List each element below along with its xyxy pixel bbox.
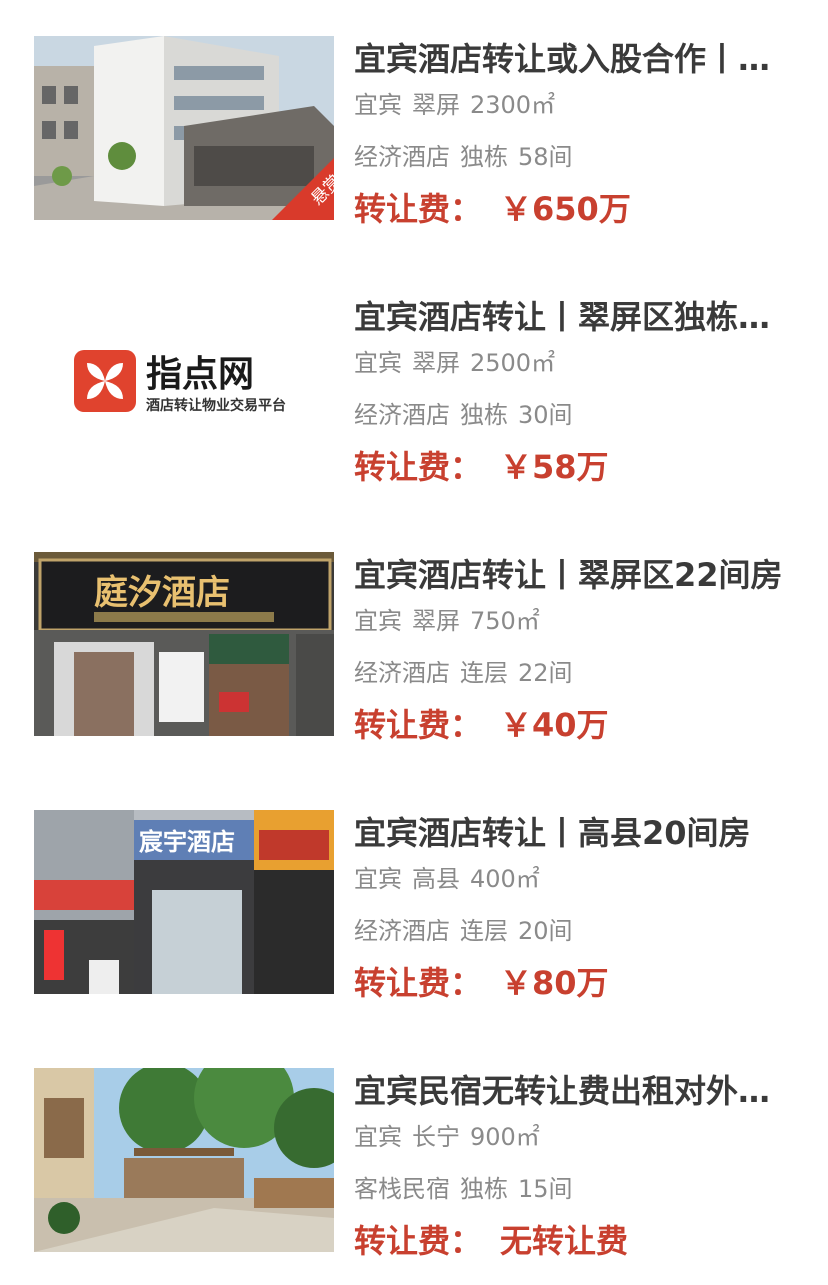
transfer-fee: 转让费： ￥650万 <box>354 186 631 232</box>
hotel-type: 经济酒店 <box>354 659 450 687</box>
building-type: 独栋 <box>460 143 508 171</box>
listing-specs: 经济酒店 独栋 58间 <box>354 140 573 174</box>
city: 宜宾 <box>354 865 402 893</box>
transfer-fee: 转让费： ￥40万 <box>354 702 609 748</box>
price-value: ￥40万 <box>500 706 609 744</box>
listing-thumbnail[interactable]: 悬赏 <box>34 36 334 220</box>
price-value: 无转让费 <box>500 1222 629 1260</box>
price-value: ￥650万 <box>500 190 631 228</box>
area: 900㎡ <box>470 1123 540 1151</box>
street-image: 宸宇酒店 <box>34 810 334 994</box>
listing-location: 宜宾 翠屏 750㎡ <box>354 604 540 638</box>
district: 翠屏 <box>412 607 460 635</box>
room-count: 30间 <box>518 401 573 429</box>
listing-title[interactable]: 宜宾民宿无转让费出租对外经营 <box>354 1068 798 1114</box>
price-label: 转让费： <box>354 964 483 1002</box>
listing-title[interactable]: 宜宾酒店转让丨高县20间房 <box>354 810 798 856</box>
hotel-type: 经济酒店 <box>354 401 450 429</box>
listing-specs: 经济酒店 连层 22间 <box>354 656 573 690</box>
building-type: 连层 <box>460 917 508 945</box>
listing-card[interactable]: 庭汐酒店 宜宾酒店转让丨翠屏区22间房 宜宾 翠屏 750㎡ 经济酒店 连层 22间 转… <box>0 552 828 752</box>
logo-image: 指点网 酒店转让物业交易平台 <box>34 294 334 478</box>
price-label: 转让费： <box>354 1222 483 1260</box>
listing-location: 宜宾 翠屏 2300㎡ <box>354 88 555 122</box>
listing-title[interactable]: 宜宾酒店转让丨翠屏区22间房 <box>354 552 798 598</box>
room-count: 15间 <box>518 1175 573 1203</box>
listing-thumbnail[interactable]: 指点网 酒店转让物业交易平台 <box>34 294 334 478</box>
pinwheel-logo-icon <box>74 350 136 412</box>
garden-image <box>34 1068 334 1252</box>
area: 2300㎡ <box>470 91 556 119</box>
room-count: 20间 <box>518 917 573 945</box>
city: 宜宾 <box>354 1123 402 1151</box>
logo-name: 指点网 <box>146 354 254 395</box>
district: 高县 <box>412 865 460 893</box>
listing-location: 宜宾 长宁 900㎡ <box>354 1120 540 1154</box>
listing-location: 宜宾 高县 400㎡ <box>354 862 540 896</box>
logo-tagline: 酒店转让物业交易平台 <box>146 397 286 414</box>
hotel-type: 客栈民宿 <box>354 1175 450 1203</box>
listing-specs: 经济酒店 独栋 30间 <box>354 398 573 432</box>
store-sign: 庭汐酒店 <box>94 573 230 613</box>
hotel-type: 经济酒店 <box>354 917 450 945</box>
room-count: 58间 <box>518 143 573 171</box>
listing-thumbnail[interactable]: 宸宇酒店 <box>34 810 334 994</box>
listing-card[interactable]: 宸宇酒店 宜宾酒店转让丨高县20间房 宜宾 高县 400㎡ 经济酒店 连层 20间 转让… <box>0 810 828 1010</box>
listing-specs: 经济酒店 连层 20间 <box>354 914 573 948</box>
building-type: 独栋 <box>460 1175 508 1203</box>
area: 2500㎡ <box>470 349 556 377</box>
transfer-fee: 转让费： ￥58万 <box>354 444 609 490</box>
price-value: ￥58万 <box>500 448 609 486</box>
building-render-image: 悬赏 <box>34 36 334 220</box>
city: 宜宾 <box>354 91 402 119</box>
price-label: 转让费： <box>354 448 483 486</box>
hotel-type: 经济酒店 <box>354 143 450 171</box>
district: 翠屏 <box>412 91 460 119</box>
building-type: 连层 <box>460 659 508 687</box>
listing-thumbnail[interactable]: 庭汐酒店 <box>34 552 334 736</box>
listing-title[interactable]: 宜宾酒店转让丨翠屏区独栋酒店转让 <box>354 294 798 340</box>
listing-card[interactable]: 宜宾民宿无转让费出租对外经营 宜宾 长宁 900㎡ 客栈民宿 独栋 15间 转让费： 无转… <box>0 1068 828 1268</box>
listing-title[interactable]: 宜宾酒店转让或入股合作丨宜宾翠屏区独栋酒店转让 <box>354 36 798 82</box>
city: 宜宾 <box>354 349 402 377</box>
building-type: 独栋 <box>460 401 508 429</box>
district: 长宁 <box>412 1123 460 1151</box>
city: 宜宾 <box>354 607 402 635</box>
price-label: 转让费： <box>354 190 483 228</box>
listing-specs: 客栈民宿 独栋 15间 <box>354 1172 573 1206</box>
district: 翠屏 <box>412 349 460 377</box>
listing-list: 悬赏 宜宾酒店转让或入股合作丨宜宾翠屏区独栋酒店转让 宜宾翠屏2300㎡ 经济酒… <box>0 0 828 1285</box>
price-label: 转让费： <box>354 706 483 744</box>
storefront-image: 庭汐酒店 <box>34 552 334 736</box>
area: 750㎡ <box>470 607 540 635</box>
price-value: ￥80万 <box>500 964 609 1002</box>
store-sign: 宸宇酒店 <box>139 828 235 856</box>
area: 400㎡ <box>470 865 540 893</box>
listing-card[interactable]: 悬赏 宜宾酒店转让或入股合作丨宜宾翠屏区独栋酒店转让 宜宾翠屏 2300㎡ 经济酒… <box>0 36 828 236</box>
listing-location: 宜宾 翠屏 2500㎡ <box>354 346 555 380</box>
room-count: 22间 <box>518 659 573 687</box>
transfer-fee: 转让费： 无转让费 <box>354 1218 628 1264</box>
listing-card[interactable]: 指点网 酒店转让物业交易平台 宜宾酒店转让丨翠屏区独栋酒店转让 宜宾翠屏 2500… <box>0 294 828 494</box>
transfer-fee: 转让费： ￥80万 <box>354 960 609 1006</box>
listing-thumbnail[interactable] <box>34 1068 334 1252</box>
